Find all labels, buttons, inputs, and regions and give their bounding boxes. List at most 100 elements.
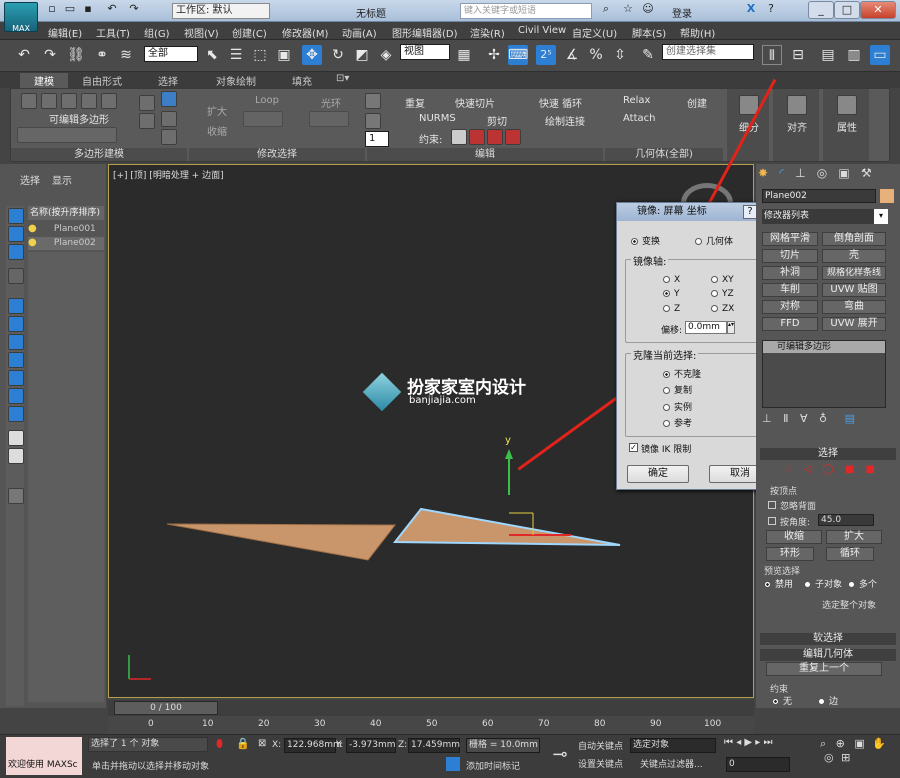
ribbon-tab[interactable]: 自由形式: [82, 73, 122, 88]
constrain-face-icon[interactable]: [487, 129, 503, 145]
redo-icon[interactable]: ↷: [126, 1, 142, 19]
modifier-button[interactable]: 规格化样条线: [822, 266, 886, 280]
quickloop-button[interactable]: 快速 循环: [539, 95, 582, 110]
ribbon-group-title[interactable]: 编辑: [367, 148, 603, 161]
make-unique-icon[interactable]: ∀: [800, 412, 808, 425]
reference-coord-dropdown[interactable]: 视图: [400, 44, 450, 60]
stack-show-icon[interactable]: [161, 91, 177, 107]
stack-up-icon[interactable]: [139, 95, 155, 111]
time-tag-icon[interactable]: [446, 757, 460, 771]
instance-radio[interactable]: 实例: [663, 400, 692, 413]
menu-item[interactable]: 修改器(M): [282, 25, 328, 40]
play-icon[interactable]: ▶: [744, 737, 752, 748]
list-item[interactable]: ● Plane002: [28, 237, 104, 250]
lights-filter-icon[interactable]: [8, 334, 24, 350]
preview-subobject-radio[interactable]: 子对象: [804, 577, 842, 590]
isolate-icon[interactable]: ⬮: [216, 737, 223, 751]
display-tab-icon[interactable]: ▣: [838, 166, 849, 180]
spinner-snap-icon[interactable]: ⇳: [610, 45, 630, 65]
create-tab-icon[interactable]: ✸: [758, 166, 768, 180]
menu-item[interactable]: 工具(T): [96, 25, 130, 40]
cameras-filter-icon[interactable]: [8, 352, 24, 368]
modifier-list-arrow-icon[interactable]: ▾: [874, 209, 888, 224]
quickslice-button[interactable]: 快速切片: [455, 95, 495, 110]
soft-selection-rollout[interactable]: 软选择: [760, 633, 896, 645]
show-end-result-icon[interactable]: Ⅱ: [783, 412, 788, 425]
goto-start-icon[interactable]: ⏮: [724, 737, 733, 748]
relax-button[interactable]: Relax: [623, 95, 650, 106]
ignore-backface-checkbox[interactable]: [768, 501, 776, 509]
maximize-viewport-icon[interactable]: ⊞: [841, 751, 850, 764]
stack-item[interactable]: 可编辑多边形: [763, 341, 885, 353]
edge-mode-icon[interactable]: [41, 93, 57, 109]
current-frame-field[interactable]: 0: [726, 757, 790, 772]
motion-tab-icon[interactable]: ◎: [817, 166, 827, 180]
ribbon-group-title[interactable]: 几何体(全部): [605, 148, 723, 161]
move-icon[interactable]: ✥: [302, 45, 322, 65]
shapes-filter-icon[interactable]: [8, 316, 24, 332]
modifier-button[interactable]: 网格平滑: [762, 232, 818, 246]
scale-icon[interactable]: ◩: [352, 45, 372, 65]
explorer-tab-display[interactable]: 显示: [52, 172, 72, 187]
geometry-filter-icon[interactable]: [8, 298, 24, 314]
selected-object-dropdown[interactable]: 选定对象: [630, 738, 716, 753]
offset-field[interactable]: 0.0mm: [685, 321, 727, 334]
axis-yz-radio[interactable]: YZ: [711, 289, 734, 299]
redo-icon[interactable]: ↷: [40, 45, 60, 65]
menu-item[interactable]: Civil View: [518, 25, 566, 36]
display-all-icon[interactable]: [8, 226, 24, 242]
modifier-button[interactable]: 车削: [762, 283, 818, 297]
lock-selection-icon[interactable]: 🔒: [236, 737, 250, 750]
object-color-swatch[interactable]: [880, 189, 894, 203]
mirror-dialog[interactable]: 镜像: 屏幕 坐标 ? ✕ 变换 几何体 镜像轴: X Y Z XY YZ ZX…: [616, 202, 778, 490]
zoom-all-icon[interactable]: ⊕: [836, 737, 845, 750]
edit-geometry-rollout[interactable]: 编辑几何体: [760, 649, 896, 661]
search-field[interactable]: 键入关键字或短语: [460, 3, 592, 19]
angle-snap-icon[interactable]: ∡: [562, 45, 582, 65]
remove-modifier-icon[interactable]: ♁: [819, 412, 827, 425]
pivot-center-icon[interactable]: ▦: [454, 45, 474, 65]
modifier-button[interactable]: FFD: [762, 317, 818, 331]
edit-named-sets-icon[interactable]: ✎: [638, 45, 658, 65]
time-slider[interactable]: 0 / 100: [108, 700, 754, 716]
user-icon[interactable]: ☺: [640, 1, 656, 19]
polygon-mode-icon[interactable]: [81, 93, 97, 109]
open-file-icon[interactable]: ▭: [62, 1, 78, 19]
named-selection-set-dropdown[interactable]: 创建选择集: [662, 44, 754, 60]
align-big-button[interactable]: 对齐: [773, 89, 819, 161]
display-none-icon[interactable]: [8, 208, 24, 224]
maxscript-listener[interactable]: 欢迎使用 MAXSc: [6, 737, 82, 775]
modify-tab-icon[interactable]: ◜: [779, 166, 784, 180]
ribbon-group-title[interactable]: 多边形建模: [11, 148, 187, 161]
next-frame-icon[interactable]: ▸: [755, 737, 760, 748]
link-icon[interactable]: ⛓: [66, 45, 86, 65]
hierarchy-icon[interactable]: [8, 488, 24, 504]
constrain-none-icon[interactable]: [451, 129, 467, 145]
track-bar[interactable]: 0 10 20 30 40 50 60 70 80 90 100: [108, 716, 754, 734]
minimize-button[interactable]: _: [808, 1, 834, 19]
ribbon-tab[interactable]: 建模: [20, 73, 68, 88]
goto-end-icon[interactable]: ⏭: [764, 737, 773, 748]
hierarchy-tab-icon[interactable]: ⊥: [795, 166, 805, 180]
stack-pin-icon[interactable]: [161, 111, 177, 127]
key-filters-button[interactable]: 关键点过滤器...: [640, 757, 703, 770]
xrefs-filter-icon[interactable]: [8, 430, 24, 446]
nurms-button[interactable]: NURMS: [419, 113, 456, 124]
prev-frame-icon[interactable]: ◂: [736, 737, 741, 748]
workspace-dropdown[interactable]: 工作区: 默认: [172, 3, 270, 19]
menu-item[interactable]: 视图(V): [184, 25, 219, 40]
paint-connect-button[interactable]: 绘制连接: [545, 113, 585, 128]
zoom-icon[interactable]: ⌕: [820, 737, 826, 750]
add-time-tag-label[interactable]: 添加时间标记: [466, 759, 520, 772]
axis-y-radio[interactable]: Y: [663, 289, 680, 299]
save-file-icon[interactable]: ▪: [80, 1, 96, 19]
stack-down-icon[interactable]: [139, 113, 155, 129]
selection-filter-dropdown[interactable]: 全部: [144, 46, 198, 62]
window-crossing-icon[interactable]: ▣: [274, 45, 294, 65]
ribbon-toggle-icon[interactable]: ▥: [844, 45, 864, 65]
curve-editor-icon[interactable]: ▭: [870, 45, 890, 65]
z-coord-field[interactable]: 17.459mm: [408, 738, 460, 753]
repeat-last-button[interactable]: 重复上一个: [766, 662, 882, 676]
reference-radio[interactable]: 参考: [663, 416, 692, 429]
border-icon[interactable]: ◯: [822, 464, 833, 475]
